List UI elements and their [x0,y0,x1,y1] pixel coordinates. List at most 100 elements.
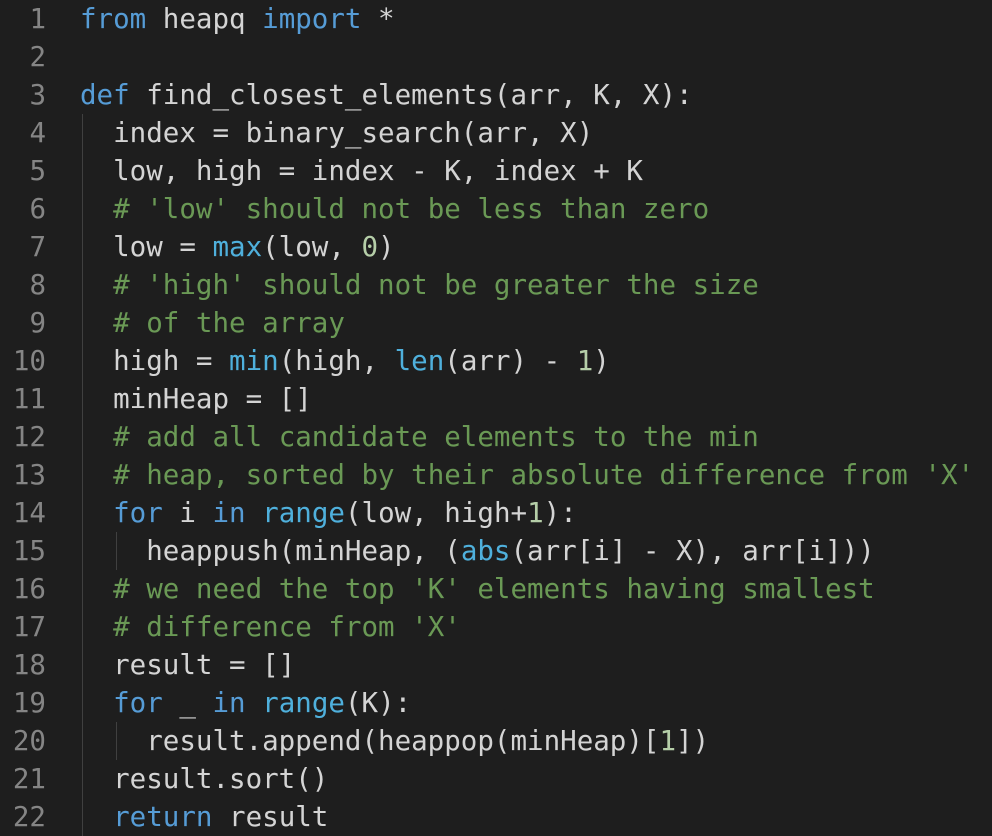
code-token: in [212,687,246,719]
code-token: range [262,687,345,719]
code-line-9[interactable]: 9 # of the array [0,304,992,342]
code-line-2[interactable]: 2 [0,38,992,76]
code-token: max [212,231,263,263]
code-token: for [113,687,163,719]
line-number: 8 [29,269,46,301]
code-token: ) [378,231,395,263]
line-number: 22 [12,801,46,833]
code-token: in [212,497,246,529]
code-line-4[interactable]: 4 index = binary_search(arr, X) [0,114,992,152]
code-text: result.append(heappop(minHeap)[1]) [80,722,709,760]
code-line-20[interactable]: 20 result.append(heappop(minHeap)[1]) [0,722,992,760]
code-text: # we need the top 'K' elements having sm… [80,570,875,608]
code-text: result.sort() [80,760,328,798]
code-token: ) [593,345,610,377]
code-line-17[interactable]: 17 # difference from 'X' [0,608,992,646]
line-number: 19 [12,687,46,719]
code-text: # add all candidate elements to the min [80,418,759,456]
code-token: result [212,801,329,833]
code-line-11[interactable]: 11 minHeap = [] [0,380,992,418]
code-token: len [394,345,445,377]
code-text: index = binary_search(arr, X) [80,114,593,152]
code-line-6[interactable]: 6 # 'low' should not be less than zero [0,190,992,228]
code-line-12[interactable]: 12 # add all candidate elements to the m… [0,418,992,456]
code-line-1[interactable]: 1 from heapq import * [0,0,992,38]
code-line-21[interactable]: 21 result.sort() [0,760,992,798]
line-number: 14 [12,497,46,529]
code-line-15[interactable]: 15 heappush(minHeap, (abs(arr[i] - X), a… [0,532,992,570]
line-number: 13 [12,459,46,491]
code-token: min [229,345,279,377]
line-number: 5 [29,155,46,187]
code-token: heappush(minHeap, ( [80,535,461,567]
code-line-5[interactable]: 5 low, high = index - K, index + K [0,152,992,190]
code-token: result.sort() [80,763,329,795]
code-token: ]) [676,725,710,757]
code-line-13[interactable]: 13 # heap, sorted by their absolute diff… [0,456,992,494]
code-text: # of the array [80,304,345,342]
code-line-22[interactable]: 22 return result [0,798,992,836]
code-text: result = [] [80,646,295,684]
code-text: def find_closest_elements(arr, K, X): [80,76,693,114]
line-number: 1 [29,3,46,35]
line-number: 17 [12,611,46,643]
code-token: find_closest_elements(arr, K, X): [129,79,693,111]
code-token: return [113,801,213,833]
code-line-18[interactable]: 18 result = [] [0,646,992,684]
code-text: low, high = index - K, index + K [80,152,643,190]
code-token: # of the array [113,307,345,339]
code-token: (K): [344,687,412,719]
code-line-10[interactable]: 10 high = min(high, len(arr) - 1) [0,342,992,380]
code-line-7[interactable]: 7 low = max(low, 0) [0,228,992,266]
code-token: ): [543,497,577,529]
code-token: 1 [659,725,677,757]
code-token: i [162,497,213,529]
code-token: index = binary_search(arr, X) [80,117,594,149]
code-text: low = max(low, 0) [80,228,395,266]
line-number: 6 [29,193,46,225]
code-token: (arr[i] - X), arr[i])) [510,535,875,567]
code-token: (low, [262,231,362,263]
code-token: * [361,3,395,35]
code-text: # 'low' should not be less than zero [80,190,709,228]
code-line-14[interactable]: 14 for i in range(low, high+1): [0,494,992,532]
code-token: # add all candidate elements to the min [113,421,759,453]
code-token: low = [80,231,213,263]
code-token: heapq [146,3,263,35]
code-text: for i in range(low, high+1): [80,494,577,532]
line-number: 11 [12,383,46,415]
code-line-19[interactable]: 19 for _ in range(K): [0,684,992,722]
code-text: # difference from 'X' [80,608,461,646]
code-token: def [80,79,130,111]
code-text: # heap, sorted by their absolute differe… [80,456,974,494]
line-number: 20 [12,725,46,757]
code-token: range [262,497,345,529]
code-token: import [262,3,362,35]
code-token: 1 [527,497,544,529]
line-number: 3 [29,79,46,111]
code-line-16[interactable]: 16 # we need the top 'K' elements having… [0,570,992,608]
line-number: 18 [12,649,46,681]
code-editor[interactable]: 1 from heapq import * 2 3 def find_closest_e… [0,0,992,836]
line-number: 15 [12,535,46,567]
code-text: heappush(minHeap, (abs(arr[i] - X), arr[… [80,532,875,570]
code-token: (arr) - [444,345,577,377]
code-line-8[interactable]: 8 # 'high' should not be greater the siz… [0,266,992,304]
code-text: high = min(high, len(arr) - 1) [80,342,610,380]
code-line-3[interactable]: 3 def find_closest_elements(arr, K, X): [0,76,992,114]
code-token: # 'low' should not be less than zero [113,193,710,225]
code-token: for [113,497,163,529]
code-token: (low, high+ [344,497,528,529]
code-token: 0 [361,231,379,263]
